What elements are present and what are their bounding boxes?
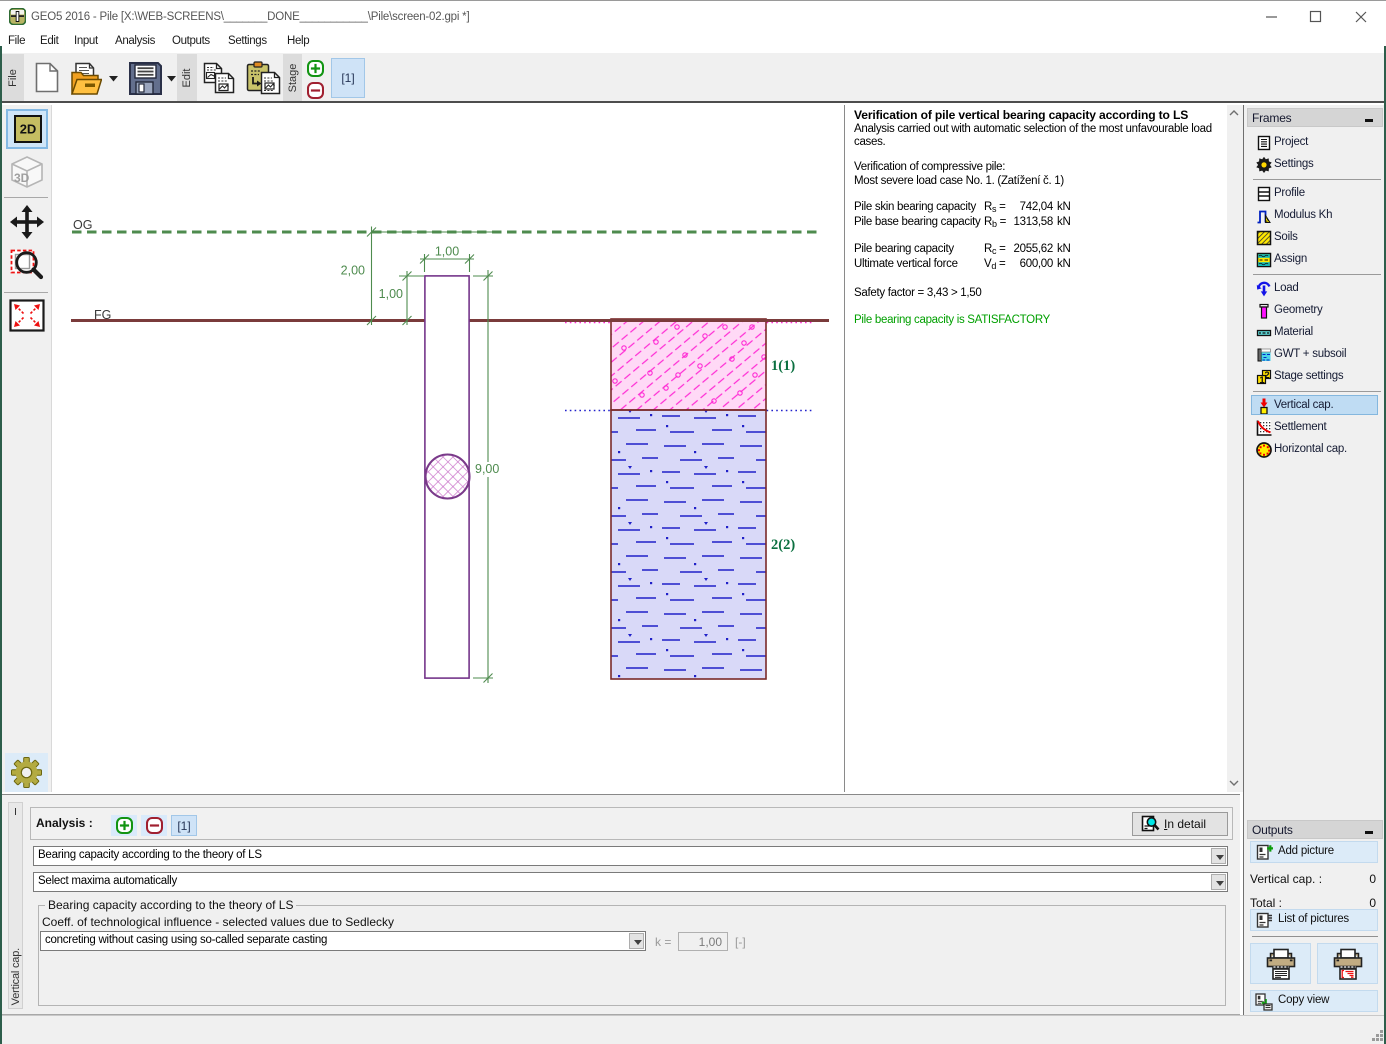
svg-text:2,00: 2,00: [341, 264, 365, 278]
svg-text:OG: OG: [73, 218, 92, 232]
svg-text:2(2): 2(2): [771, 537, 795, 553]
svg-text:9,00: 9,00: [475, 462, 499, 476]
svg-text:3D: 3D: [14, 171, 30, 185]
svg-text:1,00: 1,00: [379, 287, 403, 301]
svg-text:1,00: 1,00: [435, 245, 459, 259]
svg-text:1: 1: [1259, 375, 1265, 385]
svg-text:1(1): 1(1): [771, 358, 795, 374]
